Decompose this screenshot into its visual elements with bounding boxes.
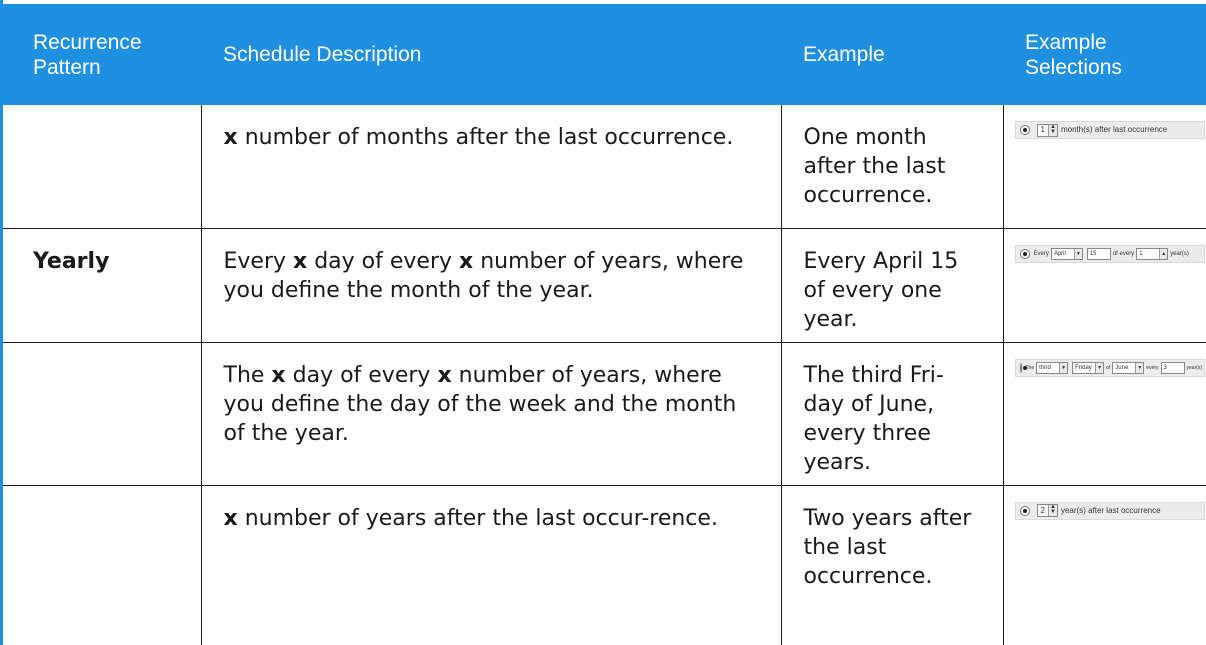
month-dropdown: April ▼ — [1050, 247, 1083, 260]
table-row: Yearly Every x day of every x number of … — [3, 227, 1206, 343]
variable-x: x — [271, 362, 286, 388]
description-cell: The x day of every x number of years, wh… — [200, 341, 782, 486]
selection-widget: 1 ▲ ▼ month(s) after last occurrence — [1014, 121, 1205, 139]
table-row: x number of years after the last occur-r… — [3, 484, 1206, 645]
pattern-cell — [3, 484, 202, 645]
description-cell: x number of years after the last occur-r… — [200, 484, 782, 645]
pattern-cell: Yearly — [3, 227, 202, 343]
radio-icon — [1019, 125, 1030, 135]
variable-x: x — [459, 248, 474, 274]
header-schedule-description: Schedule Description — [201, 4, 781, 105]
radio-icon — [1019, 248, 1030, 259]
day-field: 15 — [1086, 247, 1111, 260]
example-selection-cell: 1 ▲ ▼ month(s) after last occurrence — [1002, 105, 1206, 229]
example-selection-cell: Every April ▼ 15 of every 1 ▲ year(s) — [1002, 227, 1206, 343]
selection-widget: Every April ▼ 15 of every 1 ▲ year(s) — [1014, 244, 1205, 263]
years-spinner: 3 — [1160, 361, 1185, 374]
header-example: Example — [781, 4, 1003, 105]
weekday-dropdown: Friday ▼ — [1072, 361, 1105, 374]
pattern-cell — [3, 105, 202, 229]
selection-label: year(s) after last occurrence — [1060, 505, 1161, 515]
selection-label: month(s) after last occurrence — [1060, 125, 1168, 134]
header-example-selections: Example Selections — [1003, 4, 1206, 105]
header-row: Recurrence Pattern Schedule Description … — [3, 4, 1206, 105]
description-cell: Every x day of every x number of years, … — [200, 227, 782, 343]
example-cell: Two years after the last occurrence. — [780, 484, 1004, 645]
example-cell: The third Fri-day of June, every three y… — [780, 341, 1004, 486]
spinner-arrows-icon: ▲ — [1159, 248, 1168, 259]
example-cell: Every April 15 of every one year. — [780, 227, 1004, 343]
variable-x: x — [437, 362, 452, 388]
header-recurrence-pattern: Recurrence Pattern — [3, 4, 201, 105]
selection-widget: The third ▼ Friday ▼ of June ▼ every 3 year… — [1014, 358, 1205, 377]
example-cell: One month after the last occurrence. — [780, 105, 1004, 229]
table-row: The x day of every x number of years, wh… — [3, 341, 1206, 486]
spinner-arrows-icon: ▲ ▼ — [1047, 124, 1057, 136]
radio-icon — [1019, 505, 1030, 516]
variable-x: x — [223, 125, 238, 150]
radio-icon — [1019, 362, 1027, 373]
spinner-arrows-icon: ▲ ▼ — [1047, 504, 1057, 516]
table-row: x number of months after the last occurr… — [3, 105, 1206, 229]
example-selection-cell: The third ▼ Friday ▼ of June ▼ every 3 year… — [1002, 341, 1206, 486]
selection-widget: 2 ▲ ▼ year(s) after last occurrence — [1014, 501, 1205, 520]
dropdown-arrow-icon: ▼ — [1073, 248, 1082, 259]
description-text: number of months after the last occurren… — [237, 125, 734, 150]
months-spinner: 1 ▲ ▼ — [1036, 123, 1058, 137]
variable-x: x — [223, 505, 238, 531]
recurrence-table: Recurrence Pattern Schedule Description … — [3, 4, 1206, 645]
description-cell: x number of months after the last occurr… — [200, 105, 782, 229]
years-spinner: 2 ▲ ▼ — [1036, 504, 1058, 517]
month-dropdown: June ▼ — [1112, 361, 1145, 374]
example-selection-cell: 2 ▲ ▼ year(s) after last occurrence — [1002, 484, 1206, 645]
ordinal-dropdown: third ▼ — [1036, 361, 1069, 374]
pattern-cell — [3, 341, 202, 486]
years-spinner: 1 ▲ — [1136, 247, 1169, 260]
variable-x: x — [293, 248, 308, 274]
